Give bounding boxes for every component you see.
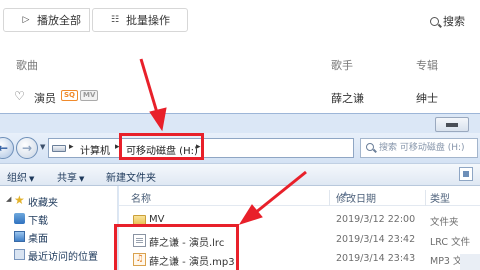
scrollbar[interactable] <box>460 254 480 270</box>
organize-label: 组织 <box>7 173 27 184</box>
command-bar: 组织 ▼ 共享 ▼ 新建文件夹 <box>0 163 480 186</box>
song-title: 演员 <box>34 92 56 105</box>
organize-menu[interactable]: 组织 ▼ <box>7 169 34 184</box>
annotation-highlight-address <box>119 133 204 160</box>
search-icon <box>430 16 439 26</box>
col-artist[interactable]: 歌手 <box>331 57 353 73</box>
file-modified: 2019/3/14 23:42 <box>336 234 416 245</box>
forward-arrow-icon: → <box>21 141 33 155</box>
recent-places-icon <box>14 249 25 260</box>
col-type[interactable]: 类型 <box>430 190 450 205</box>
play-icon: ▷ <box>22 15 30 25</box>
list-check-icon: ☷ <box>110 15 120 25</box>
nav-desktop-label: 桌面 <box>28 234 48 245</box>
new-folder-button[interactable]: 新建文件夹 <box>106 169 156 184</box>
player-toolbar: ▷ 播放全部 ☷ 批量操作 搜索 <box>0 8 480 34</box>
batch-operation-button[interactable]: ☷ 批量操作 <box>92 8 188 32</box>
col-modified[interactable]: 修改日期 <box>336 190 376 205</box>
back-arrow-icon: ← <box>0 141 9 155</box>
computer-icon <box>52 145 66 152</box>
play-all-label: 播放全部 <box>37 14 81 27</box>
column-divider[interactable] <box>425 190 426 206</box>
address-bar-row: ← → ▼ ▸ 计算机 ▸ 可移动磁盘 (H:) ▸ ▼ ↻ <box>0 133 480 163</box>
minimize-button[interactable] <box>435 117 469 132</box>
breadcrumb-computer[interactable]: 计算机 <box>80 142 110 157</box>
file-modified: 2019/3/12 22:00 <box>336 214 416 225</box>
star-icon: ★ <box>14 193 25 207</box>
expand-chevron-icon[interactable]: ◢ <box>6 195 11 203</box>
view-options-icon[interactable] <box>459 167 473 181</box>
nav-downloads[interactable]: 下载 <box>0 211 118 227</box>
navigation-pane: ◢ ★ 收藏夹 下载 桌面 最近访问的位置 <box>0 186 118 270</box>
play-all-button[interactable]: ▷ 播放全部 <box>3 8 90 32</box>
col-name[interactable]: 名称 <box>131 190 151 205</box>
search-icon <box>366 143 374 151</box>
mv-badge[interactable]: MV <box>80 90 99 101</box>
share-menu[interactable]: 共享 ▼ <box>57 169 84 184</box>
nav-favorites[interactable]: ◢ ★ 收藏夹 <box>0 193 118 209</box>
minimize-icon <box>446 122 458 127</box>
chevron-down-icon: ▼ <box>29 175 35 183</box>
sq-badge: SQ <box>61 90 78 101</box>
col-album[interactable]: 专辑 <box>416 57 438 73</box>
download-icon <box>14 213 25 224</box>
nav-favorites-label: 收藏夹 <box>28 198 58 209</box>
column-divider[interactable] <box>329 190 330 206</box>
history-dropdown-icon[interactable]: ▼ <box>40 143 45 151</box>
file-type: 文件夹 <box>430 217 459 228</box>
song-artist[interactable]: 薛之谦 <box>331 90 364 106</box>
player-search-label: 搜索 <box>443 15 465 28</box>
song-row[interactable]: ♡ 演员 SQ MV 薛之谦 绅士 <box>0 84 480 110</box>
crumb-separator-icon[interactable]: ▸ <box>69 142 74 152</box>
explorer-window: ← → ▼ ▸ 计算机 ▸ 可移动磁盘 (H:) ▸ ▼ ↻ 组织▼ 共享▼ 新… <box>0 113 480 270</box>
forward-button[interactable]: → <box>16 137 38 159</box>
annotation-highlight-files <box>114 224 239 270</box>
file-list-header: 名称 ▲ 修改日期 类型 <box>119 186 480 206</box>
player-search-button[interactable]: 搜索 <box>430 13 465 29</box>
back-button[interactable]: ← <box>0 137 14 159</box>
file-type: LRC 文件 <box>430 237 471 248</box>
heart-icon[interactable]: ♡ <box>14 90 25 102</box>
desktop-icon <box>14 231 25 242</box>
nav-recent-places[interactable]: 最近访问的位置 <box>0 247 118 263</box>
nav-desktop[interactable]: 桌面 <box>0 229 118 245</box>
chevron-down-icon: ▼ <box>79 175 85 183</box>
file-modified: 2019/3/14 23:43 <box>336 253 416 264</box>
song-list-header: 歌曲 歌手 专辑 <box>0 52 480 76</box>
nav-recent-label: 最近访问的位置 <box>28 252 98 263</box>
batch-label: 批量操作 <box>126 14 170 27</box>
explorer-search-input[interactable] <box>379 141 475 155</box>
nav-downloads-label: 下载 <box>28 216 48 227</box>
share-label: 共享 <box>57 173 77 184</box>
explorer-search[interactable] <box>360 138 478 158</box>
music-player: ▷ 播放全部 ☷ 批量操作 搜索 歌曲 歌手 专辑 ♡ 演员 SQ MV 薛之谦… <box>0 0 480 113</box>
col-song[interactable]: 歌曲 <box>16 57 38 73</box>
song-album[interactable]: 绅士 <box>416 90 438 106</box>
